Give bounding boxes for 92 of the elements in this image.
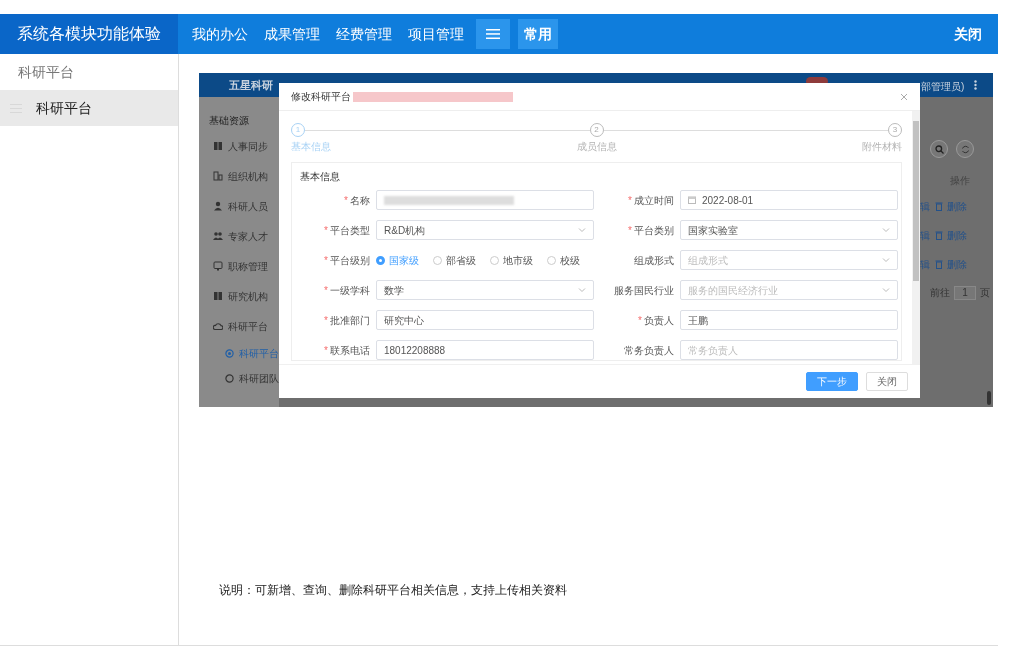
caret-icon [882, 257, 890, 263]
sidebar-heading: 科研平台 [17, 63, 75, 82]
book-icon [213, 291, 223, 301]
target-icon [225, 349, 234, 358]
input-field[interactable] [376, 190, 594, 210]
step-label: 基本信息 [291, 140, 331, 154]
select-field[interactable]: 数学 [376, 280, 594, 300]
menu-item[interactable]: 人事同步 [199, 131, 279, 161]
required-mark: * [638, 314, 642, 326]
field-label: * 负责人 [637, 313, 674, 328]
field-label: * 批准部门 [323, 313, 370, 328]
building-icon [213, 171, 223, 181]
people-icon [213, 231, 223, 241]
search-button[interactable] [930, 140, 948, 158]
menu-item[interactable]: 职称管理 [199, 251, 279, 281]
menu-item[interactable]: 科研平台 [199, 311, 279, 341]
select-field[interactable]: 服务的国民经济行业 [680, 280, 898, 300]
required-mark: * [344, 194, 348, 206]
step-label: 附件材料 [862, 140, 902, 154]
radio-button[interactable]: 地市级 [490, 252, 533, 268]
menu-item[interactable]: 科研团队 [199, 366, 279, 391]
menu-item[interactable]: 科研人员 [199, 191, 279, 221]
caret-icon [578, 227, 586, 233]
date-field[interactable]: 2022-08-01 [680, 190, 898, 210]
refresh-icon [960, 144, 970, 154]
field-label: * 联系电话 [323, 343, 370, 358]
step-label: 成员信息 [576, 140, 617, 154]
field-label: * 名称 [343, 193, 370, 208]
next-button[interactable]: 下一步 [806, 372, 858, 391]
search-icon [934, 144, 944, 154]
field-label: * 平台类型 [323, 223, 370, 238]
required-mark: * [324, 224, 328, 236]
menu-item[interactable]: 组织机构 [199, 161, 279, 191]
field-label: * 一级学科 [323, 283, 370, 298]
circle-icon [225, 374, 234, 383]
nav-link[interactable]: 项目管理 [400, 23, 472, 45]
nav-link[interactable]: 我的办公 [184, 23, 256, 45]
close-icon [900, 93, 908, 102]
pinned-button[interactable]: 常用 [518, 19, 558, 49]
menu-item[interactable]: 专家人才 [199, 221, 279, 251]
required-mark: * [324, 344, 328, 356]
field-label: * 平台类别 [627, 223, 674, 238]
scrollbar-thumb [987, 391, 991, 405]
app-brand: 五星科研 [229, 77, 273, 93]
trash-icon [935, 260, 943, 269]
menu-icon [486, 29, 500, 39]
more-icon [974, 80, 977, 90]
required-mark: * [628, 194, 632, 206]
field-label: 组成形式 [633, 253, 674, 268]
radio-button[interactable]: 国家级 [376, 252, 419, 268]
select-field[interactable]: R&D机构 [376, 220, 594, 240]
trash-icon [935, 202, 943, 211]
monitor-icon [213, 261, 223, 271]
radio-button[interactable]: 部省级 [433, 252, 476, 268]
select-field[interactable]: 组成形式 [680, 250, 898, 270]
menu-item[interactable]: 研究机构 [199, 281, 279, 311]
caret-icon [882, 287, 890, 293]
page-input[interactable]: 1 [954, 285, 976, 300]
menu-heading: 基础资源 [209, 114, 249, 128]
refresh-button[interactable] [956, 140, 974, 158]
field-label: 服务国民行业 [613, 283, 674, 298]
book-icon [213, 141, 223, 151]
caret-icon [578, 287, 586, 293]
dialog-title: 修改科研平台 [291, 90, 351, 104]
menu-item[interactable]: 科研平台 [199, 341, 279, 366]
field-label: 常务负责人 [623, 343, 674, 358]
user-name: 部管理员) [921, 80, 965, 94]
calendar-icon [688, 196, 696, 204]
nav-link[interactable]: 成果管理 [256, 23, 328, 45]
app-title: 系统各模块功能体验 [0, 14, 178, 54]
required-mark: * [628, 224, 632, 236]
input-field[interactable]: 王鹏 [680, 310, 898, 330]
input-field[interactable]: 18012208888 [376, 340, 594, 360]
section-title: 基本信息 [300, 170, 341, 184]
sidebar-item[interactable]: 科研平台 [0, 90, 178, 126]
required-mark: * [324, 254, 328, 266]
caret-icon [882, 227, 890, 233]
trash-icon [935, 231, 943, 240]
radio-button[interactable]: 校级 [547, 252, 580, 268]
input-field[interactable]: 研究中心 [376, 310, 594, 330]
field-label: * 成立时间 [627, 193, 674, 208]
nav-link[interactable]: 经费管理 [328, 23, 400, 45]
person-icon [213, 201, 223, 211]
cloud-icon [213, 321, 223, 331]
required-mark: * [324, 284, 328, 296]
close-button[interactable]: 关闭 [866, 372, 908, 391]
menu-button[interactable] [476, 19, 510, 49]
required-mark: * [324, 314, 328, 326]
field-label: * 平台级别 [323, 253, 370, 268]
close-button[interactable]: 关闭 [948, 22, 988, 46]
select-field[interactable]: 国家实验室 [680, 220, 898, 240]
description-text: 说明：可新增、查询、删除科研平台相关信息，支持上传相关资料 [218, 582, 568, 599]
